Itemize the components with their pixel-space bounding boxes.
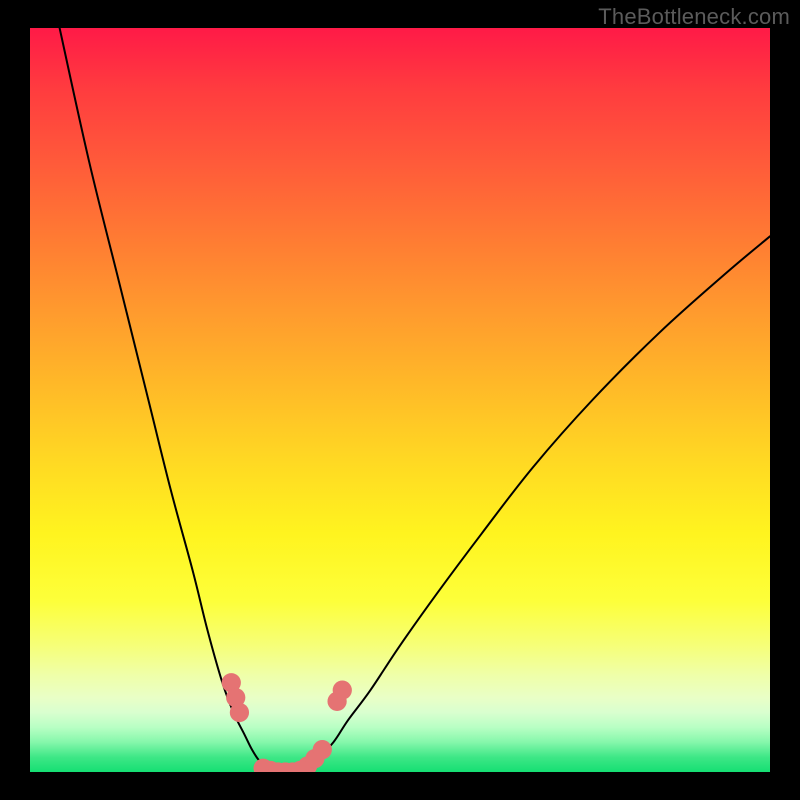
plot-area (30, 28, 770, 772)
markers-group (222, 673, 352, 772)
marker-dot (313, 740, 332, 759)
curves-group (60, 28, 770, 772)
chart-svg (30, 28, 770, 772)
marker-dot (230, 703, 249, 722)
curve-right-curve (296, 236, 770, 772)
marker-dot (333, 681, 352, 700)
chart-frame: TheBottleneck.com (0, 0, 800, 800)
watermark-text: TheBottleneck.com (598, 4, 790, 30)
curve-left-curve (60, 28, 282, 772)
